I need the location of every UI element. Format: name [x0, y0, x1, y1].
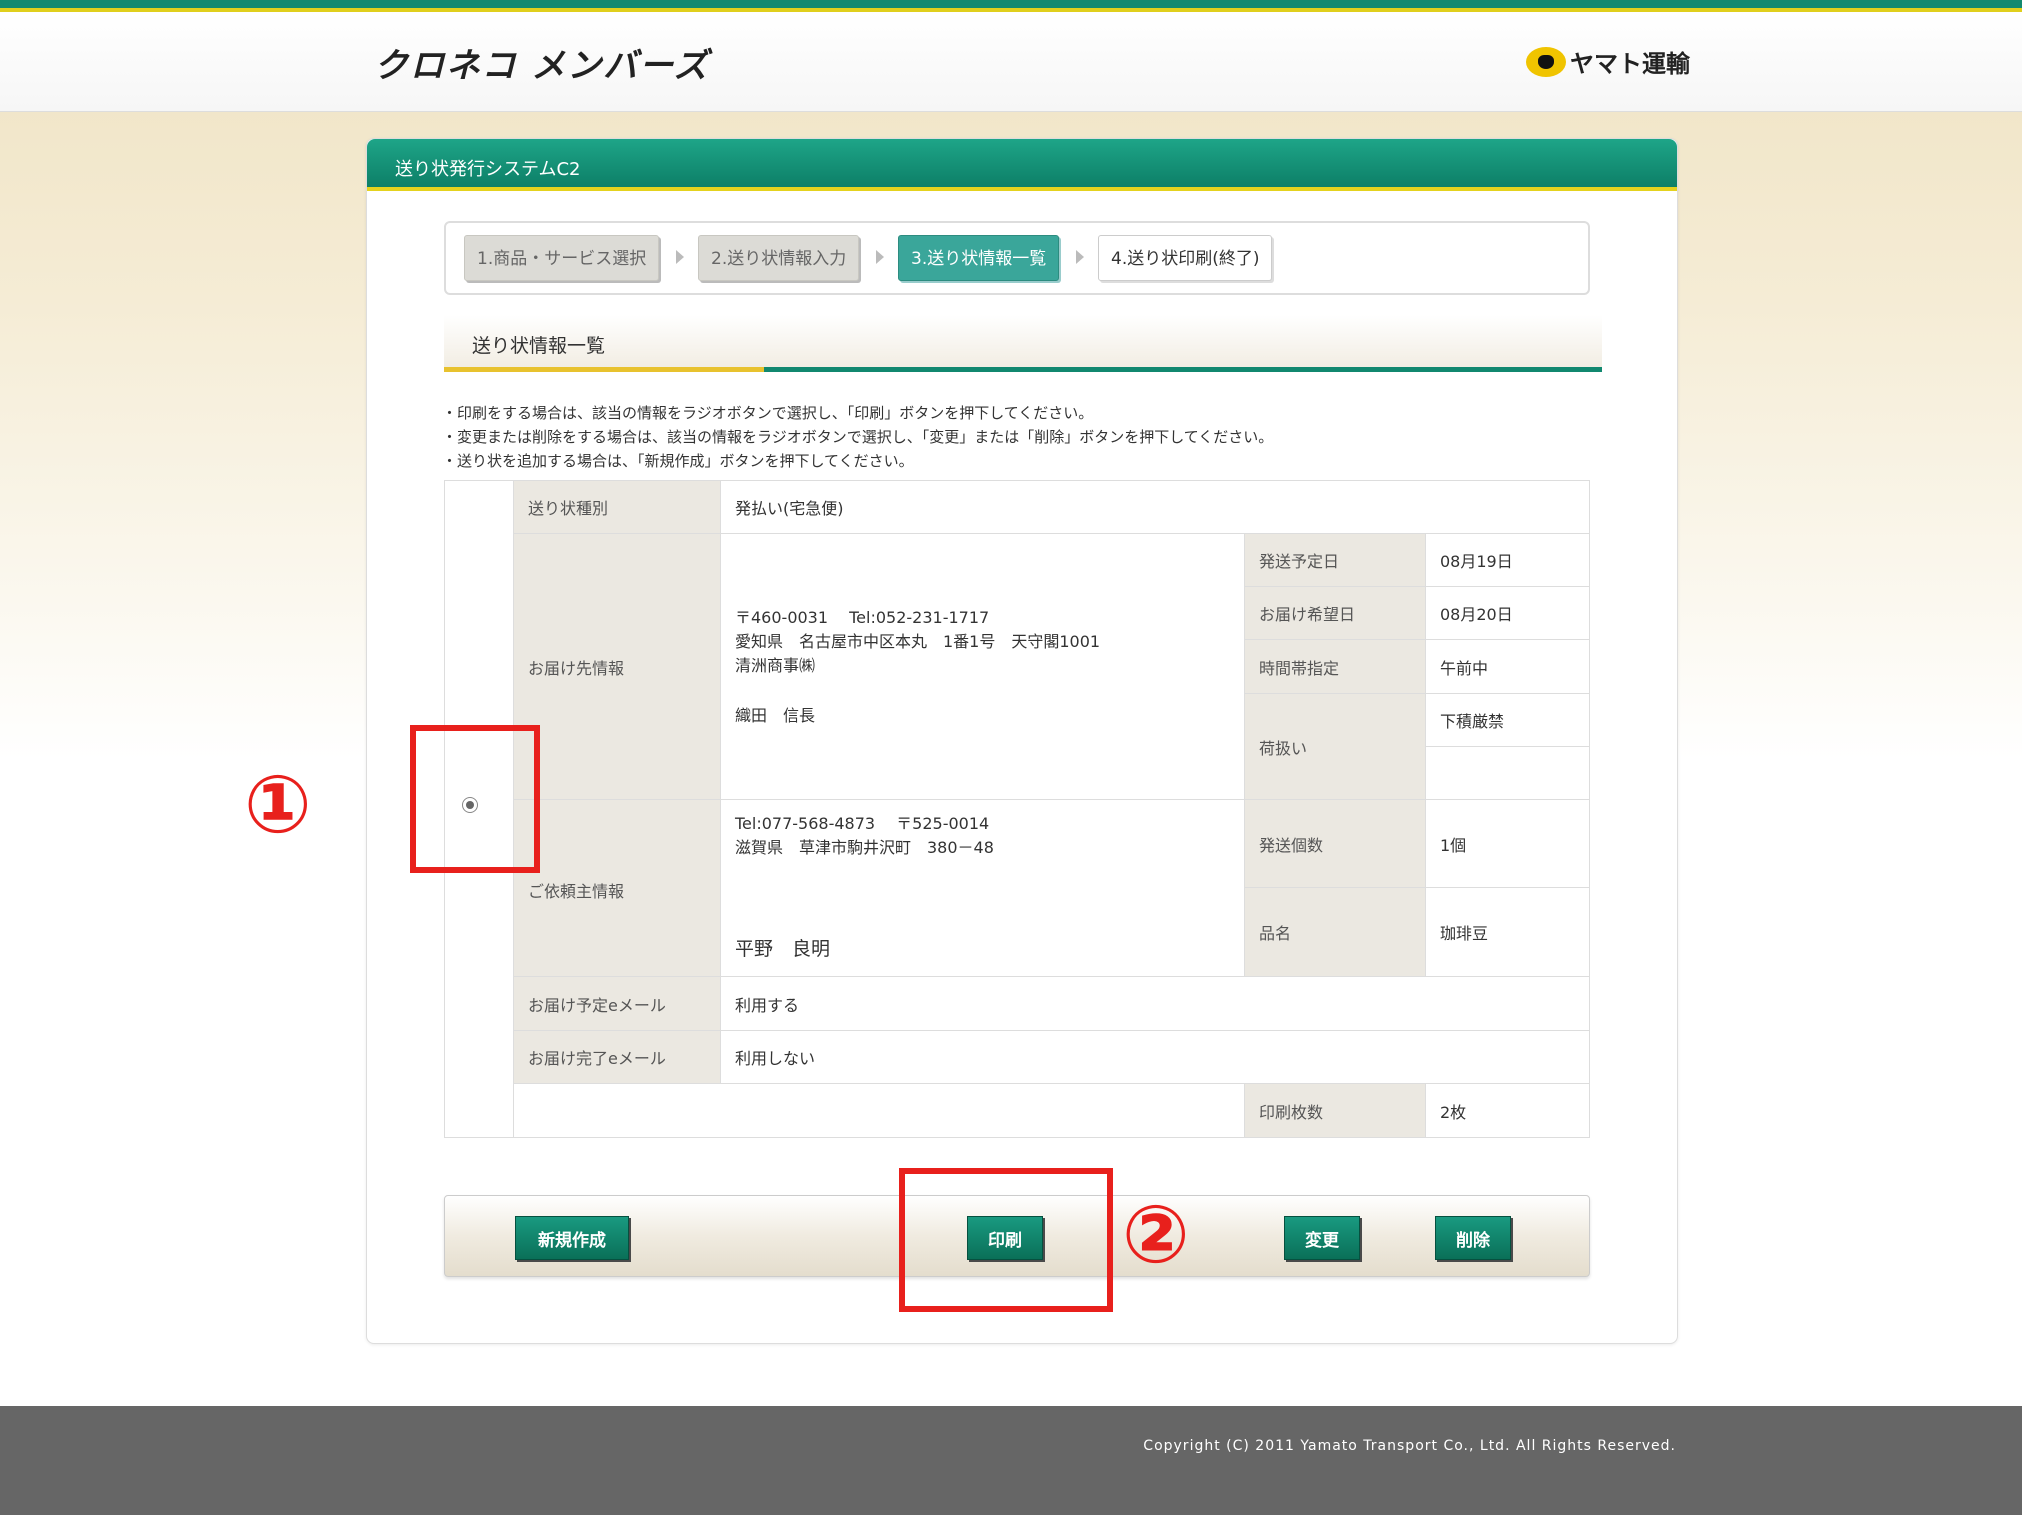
top-accent-bar	[0, 0, 2022, 12]
sender-info: Tel:077-568-4873 〒525-0014 滋賀県 草津市駒井沢町 3…	[721, 800, 1245, 977]
recipient-name: 織田 信長	[735, 706, 816, 725]
delete-button[interactable]: 削除	[1435, 1216, 1511, 1260]
ship-date-label: 発送予定日	[1245, 534, 1426, 587]
recipient-info: 〒460-0031 Tel:052-231-1717 愛知県 名古屋市中区本丸 …	[721, 534, 1245, 800]
annotation-box-radio	[410, 725, 540, 873]
step-2: 2.送り状情報入力	[698, 235, 860, 281]
sender-label: ご依頼主情報	[528, 882, 625, 901]
change-button[interactable]: 変更	[1284, 1216, 1360, 1260]
yamato-logo[interactable]: ヤマト運輸	[1526, 44, 1690, 79]
system-title: 送り状発行システムC2	[395, 159, 581, 180]
step-4: 4.送り状印刷(終了)	[1098, 235, 1273, 281]
step-indicator: 1.商品・サービス選択 2.送り状情報入力 3.送り状情報一覧 4.送り状印刷(…	[444, 221, 1590, 295]
handling-value-2	[1426, 747, 1590, 800]
instructions: ・印刷をする場合は、該当の情報をラジオボタンで選択し、「印刷」ボタンを押下してく…	[442, 401, 1273, 473]
scheduled-email-label: お届け予定eメール	[514, 977, 721, 1031]
sender-label-cell: ご依頼主情報	[514, 800, 721, 977]
section-title: 送り状情報一覧	[472, 335, 606, 357]
instruction-line: ・変更または削除をする場合は、該当の情報をラジオボタンで選択し、「変更」または「…	[442, 428, 1274, 446]
invoice-table: 送り状種別 発払い(宅急便) お届け先情報 〒460-0031 Tel:052-…	[444, 480, 1590, 1138]
instruction-line: ・送り状を追加する場合は、「新規作成」ボタンを押下してください。	[442, 452, 914, 470]
print-count-value: 2枚	[1426, 1084, 1590, 1138]
annotation-marker-1: ①	[244, 758, 312, 851]
package-count-label: 発送個数	[1245, 800, 1426, 888]
new-button[interactable]: 新規作成	[515, 1216, 629, 1260]
invoice-type-value: 発払い(宅急便)	[721, 481, 1590, 534]
item-name-value: 珈琲豆	[1426, 888, 1590, 977]
print-count-spacer	[514, 1084, 1245, 1138]
sender-address: 滋賀県 草津市駒井沢町 380－48	[735, 838, 994, 857]
delivery-date-label: お届け希望日	[1245, 587, 1426, 640]
handling-label: 荷扱い	[1245, 694, 1426, 800]
ship-date-value: 08月19日	[1426, 534, 1590, 587]
recipient-company: 清洲商事㈱	[735, 656, 816, 675]
main-panel: 送り状発行システムC2 1.商品・サービス選択 2.送り状情報入力 3.送り状情…	[366, 138, 1678, 1344]
print-count-label: 印刷枚数	[1245, 1084, 1426, 1138]
sender-name: 平野 良明	[735, 938, 831, 960]
step-arrow-icon	[876, 250, 884, 264]
site-header: クロネコ メンバーズ ヤマト運輸	[0, 12, 2022, 112]
section-heading: 送り状情報一覧	[444, 315, 1602, 371]
time-slot-value: 午前中	[1426, 640, 1590, 694]
completed-email-value: 利用しない	[721, 1031, 1590, 1084]
item-name-label: 品名	[1245, 888, 1426, 977]
handling-value-1: 下積厳禁	[1426, 694, 1590, 747]
instruction-line: ・印刷をする場合は、該当の情報をラジオボタンで選択し、「印刷」ボタンを押下してく…	[442, 404, 1094, 422]
section-underline	[444, 367, 1602, 372]
step-3: 3.送り状情報一覧	[898, 235, 1060, 281]
step-arrow-icon	[1076, 250, 1084, 264]
scheduled-email-value: 利用する	[721, 977, 1590, 1031]
recipient-address: 愛知県 名古屋市中区本丸 1番1号 天守閣1001	[735, 632, 1101, 651]
recipient-postal-tel: 〒460-0031 Tel:052-231-1717	[735, 608, 990, 627]
kuroneko-members-logo[interactable]: クロネコ メンバーズ	[374, 38, 709, 87]
invoice-type-label: 送り状種別	[514, 481, 721, 534]
panel-header: 送り状発行システムC2	[367, 139, 1677, 191]
completed-email-label: お届け完了eメール	[514, 1031, 721, 1084]
package-count-value: 1個	[1426, 800, 1590, 888]
annotation-marker-2: ②	[1122, 1188, 1190, 1281]
footer: Copyright (C) 2011 Yamato Transport Co.,…	[0, 1406, 2022, 1515]
black-cat-icon	[1526, 46, 1566, 77]
yamato-logo-text: ヤマト運輸	[1570, 50, 1690, 78]
time-slot-label: 時間帯指定	[1245, 640, 1426, 694]
delivery-date-value: 08月20日	[1426, 587, 1590, 640]
recipient-label: お届け先情報	[514, 534, 721, 800]
annotation-box-print	[899, 1168, 1113, 1312]
step-1: 1.商品・サービス選択	[464, 235, 660, 281]
sender-tel-postal: Tel:077-568-4873 〒525-0014	[735, 814, 990, 833]
copyright-text: Copyright (C) 2011 Yamato Transport Co.,…	[1143, 1438, 1676, 1454]
step-arrow-icon	[676, 250, 684, 264]
